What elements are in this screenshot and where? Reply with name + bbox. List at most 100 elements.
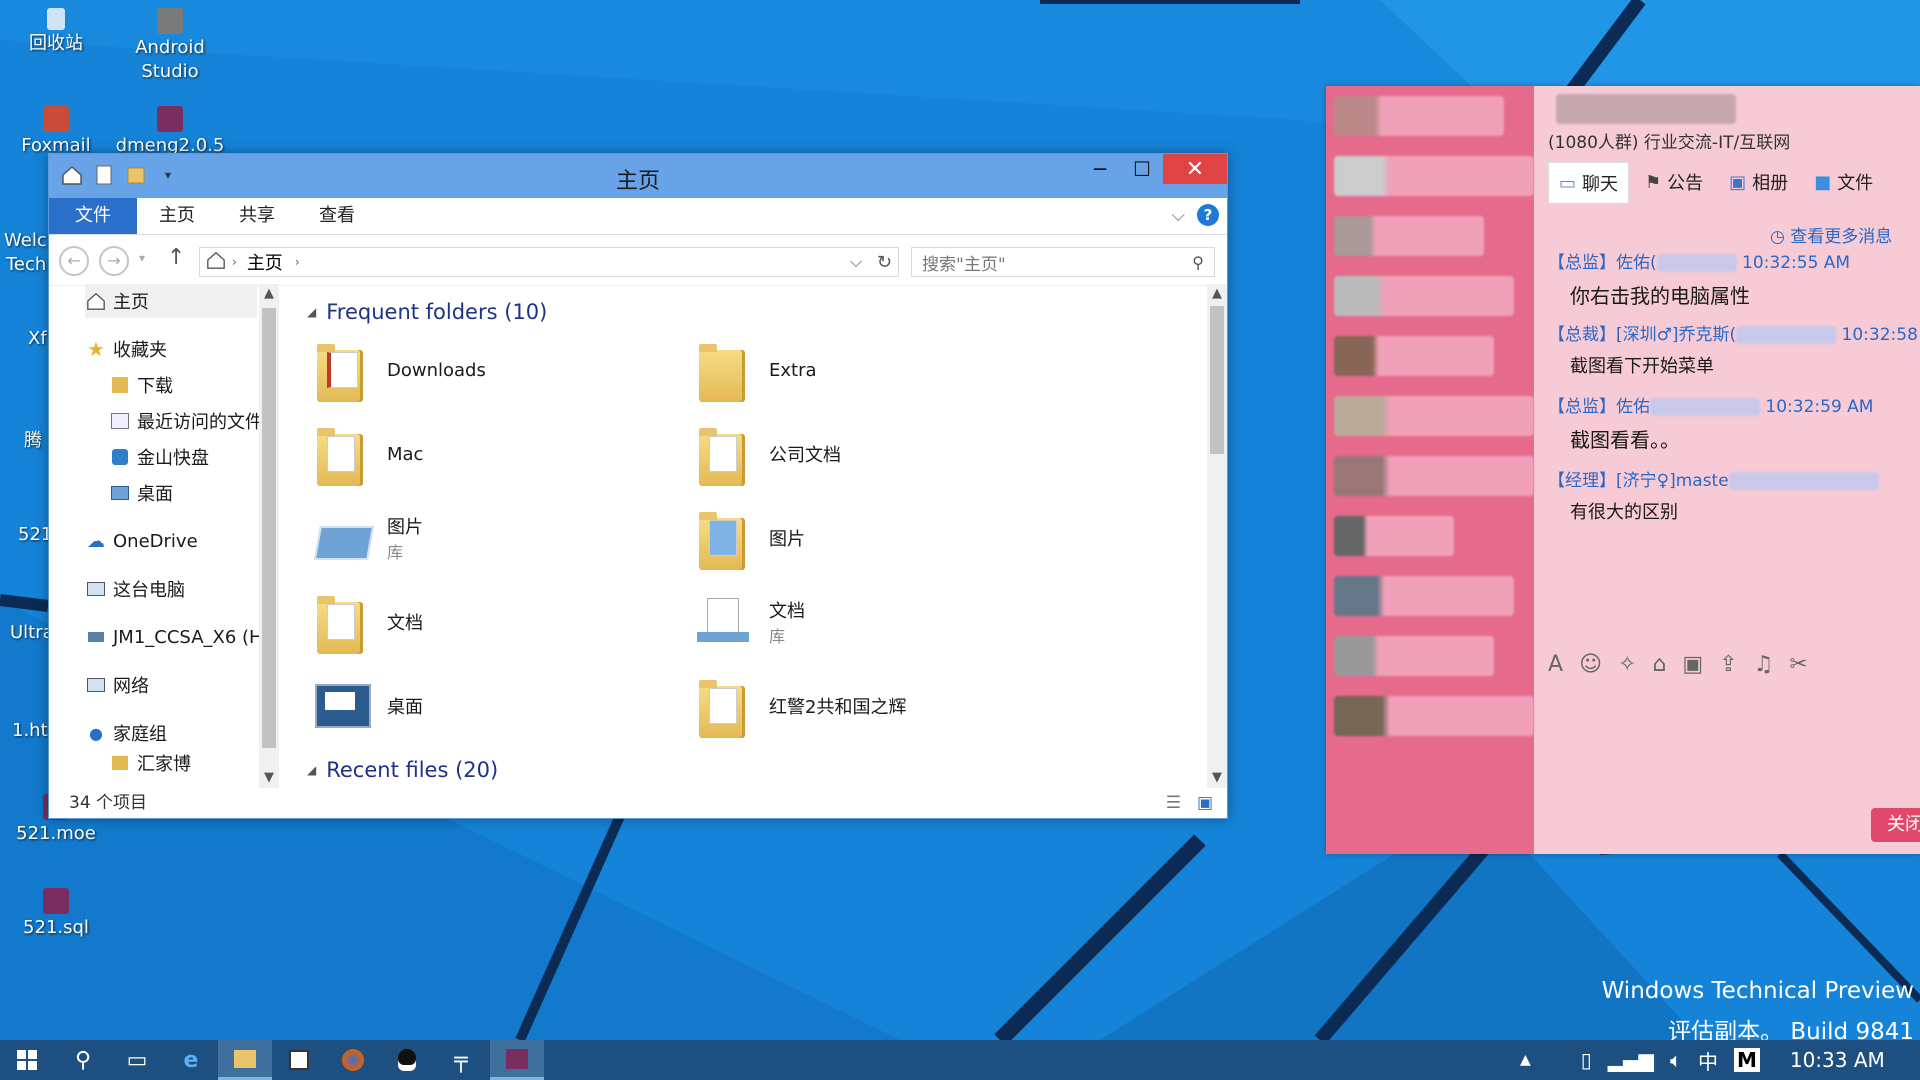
tab-album[interactable]: ▣ 相册 — [1719, 162, 1798, 202]
library-tile[interactable]: 图片库 — [301, 502, 671, 574]
scroll-down-arrow-icon[interactable]: ▼ — [259, 768, 279, 788]
clock[interactable]: 10:33 AM — [1790, 1048, 1885, 1072]
music-icon[interactable]: ♫ — [1754, 652, 1774, 677]
scroll-down-arrow-icon[interactable]: ▼ — [1207, 768, 1227, 788]
address-bar[interactable]: › 主页 › ⌵ ↻ — [199, 247, 899, 277]
ime-indicator[interactable]: 中 — [1698, 1046, 1718, 1075]
blurred-member[interactable] — [1334, 636, 1494, 676]
minimize-button[interactable]: ─ — [1079, 154, 1121, 184]
battery-icon[interactable]: ▯ — [1581, 1048, 1592, 1072]
taskbar-archive-app[interactable] — [490, 1040, 544, 1080]
network-signal-icon[interactable]: ▂▄▆ — [1608, 1048, 1654, 1072]
image-icon[interactable]: ▣ — [1682, 652, 1703, 677]
folder-tile[interactable]: 公司文档 — [683, 418, 1053, 490]
help-icon[interactable]: ? — [1197, 204, 1219, 226]
details-view-icon[interactable]: ☰ — [1166, 788, 1181, 818]
tab-files[interactable]: ■ 文件 — [1804, 162, 1883, 202]
nav-item-onedrive[interactable]: ☁ OneDrive — [85, 524, 198, 558]
blurred-member[interactable] — [1334, 216, 1484, 256]
maximize-button[interactable]: ☐ — [1121, 154, 1163, 184]
blurred-member[interactable] — [1334, 576, 1514, 616]
nav-item-kuaipan[interactable]: 金山快盘 — [109, 440, 209, 474]
navigation-pane-scrollbar[interactable]: ▲ ▼ — [259, 284, 279, 788]
voice-icon[interactable]: ⌂ — [1652, 652, 1666, 677]
recent-files-header[interactable]: ◢ Recent files (20) — [307, 758, 498, 782]
ime-mode-icon[interactable]: M — [1733, 1048, 1760, 1072]
frequent-folders-header[interactable]: ◢ Frequent folders (10) — [307, 300, 547, 324]
desktop-icon-android-studio[interactable]: Android Studio — [110, 4, 230, 84]
tab-share[interactable]: 共享 — [217, 198, 297, 234]
folder-tile[interactable]: 文档 — [301, 586, 671, 658]
blurred-member[interactable] — [1334, 336, 1494, 376]
folder-tile[interactable]: 图片 — [683, 502, 1053, 574]
tab-view[interactable]: 查看 — [297, 198, 377, 234]
expand-ribbon-chevron-icon[interactable]: ⌵ — [1171, 205, 1185, 226]
folder-tile[interactable]: Downloads — [301, 334, 671, 406]
nav-item-homegroup[interactable]: ● 家庭组 — [85, 716, 167, 750]
file-list-scrollbar[interactable]: ▲ ▼ — [1207, 284, 1227, 788]
blurred-member[interactable] — [1334, 156, 1534, 196]
address-dropdown-chevron-icon[interactable]: ⌵ — [850, 252, 862, 272]
scrollbar-thumb[interactable] — [262, 308, 276, 748]
nav-item-homegroup-child[interactable]: 汇家博 — [109, 746, 191, 780]
show-hidden-icons-chevron-icon[interactable]: ▲ — [1520, 1052, 1531, 1068]
forward-button[interactable]: → — [99, 246, 129, 276]
up-button[interactable]: ↑ — [167, 245, 185, 270]
task-view-button[interactable]: ▭ — [110, 1040, 164, 1080]
nudge-icon[interactable]: ✧ — [1618, 652, 1636, 677]
volume-icon[interactable]: 🔈︎ — [1670, 1048, 1682, 1072]
sender-name[interactable]: 【经理】[济宁♀]maste — [1548, 471, 1729, 491]
taskbar-firefox[interactable] — [326, 1040, 380, 1080]
folder-tile[interactable]: 红警2共和国之辉 — [683, 670, 1053, 742]
nav-item-home[interactable]: 主页 — [85, 284, 257, 318]
blurred-member[interactable] — [1334, 456, 1534, 496]
folder-tile[interactable]: 桌面 — [301, 670, 671, 742]
tab-chat[interactable]: ▭ 聊天 — [1548, 162, 1630, 203]
search-button[interactable]: ⚲ — [56, 1040, 110, 1080]
scroll-up-arrow-icon[interactable]: ▲ — [259, 284, 279, 304]
start-button[interactable] — [0, 1040, 54, 1080]
tab-announcement[interactable]: ⚑ 公告 — [1635, 162, 1713, 202]
nav-item-favorites[interactable]: ★ 收藏夹 — [85, 332, 167, 366]
close-chat-button[interactable]: 关闭 — [1871, 808, 1920, 842]
nav-item-this-pc[interactable]: 这台电脑 — [85, 572, 185, 606]
emoji-icon[interactable]: ☺ — [1579, 652, 1602, 677]
back-button[interactable]: ← — [59, 246, 89, 276]
blurred-member[interactable] — [1334, 276, 1514, 316]
close-button[interactable]: ✕ — [1163, 154, 1227, 184]
sender-name[interactable]: 【总监】佐佑 — [1548, 397, 1650, 417]
search-icon[interactable]: ⚲ — [1192, 253, 1204, 272]
blurred-member[interactable] — [1334, 96, 1504, 136]
desktop-icon-521-sql[interactable]: 521.sql — [0, 884, 116, 940]
title-bar[interactable]: ▾ 主页 ─ ☐ ✕ — [49, 154, 1227, 198]
blurred-member[interactable] — [1334, 696, 1534, 736]
taskbar-store[interactable] — [272, 1040, 326, 1080]
screenshot-icon[interactable]: ✂ — [1789, 652, 1807, 677]
nav-item-drive[interactable]: JM1_CCSA_X6 (H — [85, 620, 263, 654]
search-box[interactable]: 搜索"主页" ⚲ — [911, 247, 1215, 277]
tab-file[interactable]: 文件 — [49, 198, 137, 234]
taskbar-file-explorer[interactable] — [218, 1040, 272, 1080]
taskbar-internet-explorer[interactable]: e — [164, 1040, 218, 1080]
desktop-icon-recycle-bin[interactable]: 回收站 — [0, 4, 116, 56]
sender-name[interactable]: 【总监】佐佑( — [1548, 253, 1657, 273]
recent-locations-chevron-icon[interactable]: ▾ — [139, 251, 145, 265]
sender-name[interactable]: 【总裁】[深圳♂]乔克斯( — [1548, 325, 1736, 345]
nav-item-network[interactable]: 网络 — [85, 668, 149, 702]
breadcrumb-home[interactable]: 主页 — [247, 249, 283, 275]
taskbar-app[interactable]: ╤ — [434, 1040, 488, 1080]
nav-item-recent-files[interactable]: 最近访问的文件 — [109, 404, 263, 438]
folder-tile[interactable]: Mac — [301, 418, 671, 490]
more-messages-link[interactable]: ◷ 查看更多消息 — [1770, 222, 1892, 247]
tab-home[interactable]: 主页 — [137, 198, 217, 234]
scrollbar-thumb[interactable] — [1210, 306, 1224, 454]
large-icons-view-icon[interactable]: ▣ — [1197, 788, 1213, 818]
font-icon[interactable]: A — [1548, 652, 1563, 677]
search-input[interactable]: 搜索"主页" — [922, 250, 1006, 275]
refresh-icon[interactable]: ↻ — [877, 252, 892, 273]
desktop-icon-dmeng[interactable]: dmeng2.0.5 — [110, 102, 230, 158]
blurred-member[interactable] — [1334, 516, 1454, 556]
nav-item-desktop[interactable]: 桌面 — [109, 476, 173, 510]
folder-tile[interactable]: Extra — [683, 334, 1053, 406]
upload-icon[interactable]: ⇪ — [1719, 652, 1737, 677]
